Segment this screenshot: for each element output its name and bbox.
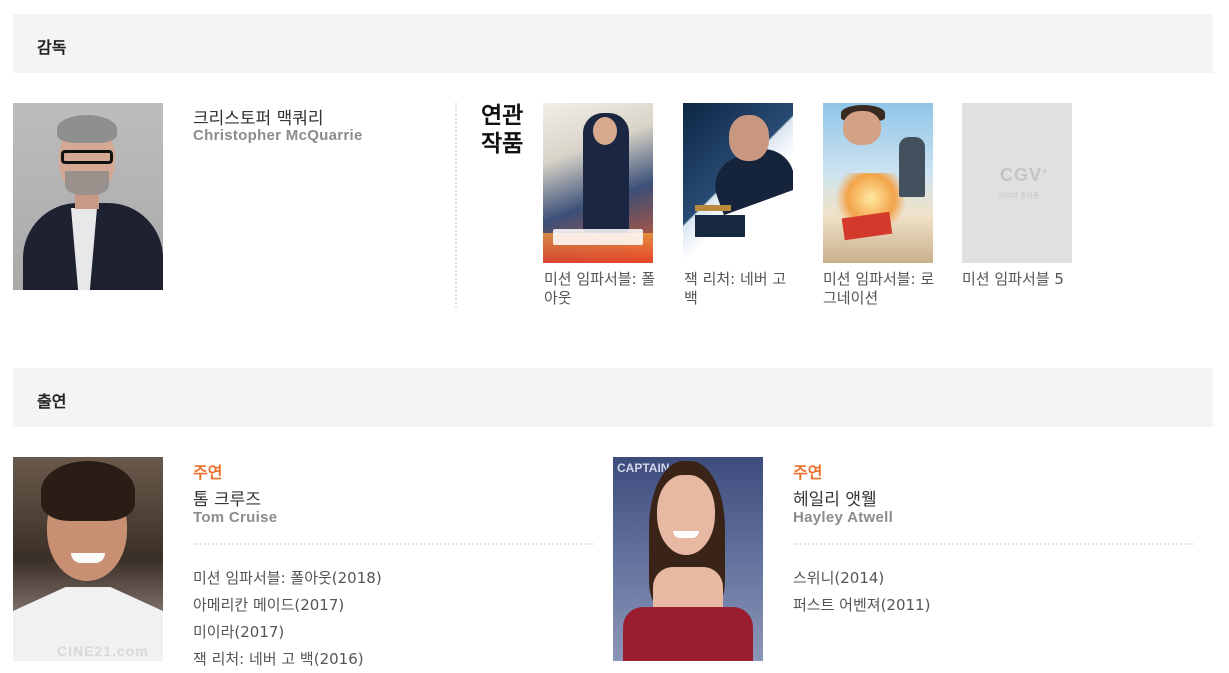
cast-name-korean[interactable]: 톰 크루즈 [193,485,261,510]
filmography-item[interactable]: 스위니(2014) [793,565,930,592]
cast-divider [793,543,1193,545]
cgv-logo-placeholder: CGV+ [1000,165,1049,185]
cast-filmography-list: 미션 임파서블: 폴아웃(2018) 아메리칸 메이드(2017) 미이라(20… [193,565,382,673]
filmography-item[interactable]: 퍼스트 어벤져(2011) [793,592,930,619]
image-pending-text: 이미지 준비중 [998,192,1040,200]
photo-watermark: CINE21.com [57,643,149,659]
cast-photo-tom-cruise[interactable]: CINE21.com [13,457,163,661]
related-works-label: 연관 작품 [481,103,524,157]
director-section-title: 감독 [37,38,67,57]
cast-role-badge: 주연 [193,463,223,482]
director-name-korean[interactable]: 크리스토퍼 맥쿼리 [193,104,324,129]
related-poster-2[interactable] [683,103,793,263]
director-section-header: 감독 [13,14,1213,73]
cast-role-badge: 주연 [793,463,823,482]
cast-name-english[interactable]: Tom Cruise [193,509,277,526]
cast-section-header: 출연 [13,368,1213,427]
related-title-3[interactable]: 미션 임파서블: 로그네이션 [823,270,939,308]
cast-section-title: 출연 [37,392,67,411]
cast-filmography-list: 스위니(2014) 퍼스트 어벤져(2011) [793,565,930,619]
director-photo[interactable] [13,103,163,290]
filmography-item[interactable]: 아메리칸 메이드(2017) [193,592,382,619]
related-title-2[interactable]: 잭 리처: 네버 고 백 [684,270,800,308]
director-name-english[interactable]: Christopher McQuarrie [193,127,363,144]
filmography-item[interactable]: 미션 임파서블: 폴아웃(2018) [193,565,382,592]
cast-name-english[interactable]: Hayley Atwell [793,509,893,526]
vertical-divider [455,103,457,308]
related-poster-4-placeholder[interactable]: CGV+ 이미지 준비중 [962,103,1072,263]
cast-name-korean[interactable]: 헤일리 앳웰 [793,485,877,510]
related-poster-1[interactable] [543,103,653,263]
cast-photo-hayley-atwell[interactable]: CAPTAIN [613,457,763,661]
cast-divider [193,543,593,545]
filmography-item[interactable]: 미이라(2017) [193,619,382,646]
filmography-item[interactable]: 잭 리처: 네버 고 백(2016) [193,646,382,673]
backdrop-text: CAPTAIN [617,461,670,475]
related-poster-3[interactable] [823,103,933,263]
related-title-4[interactable]: 미션 임파서블 5 [962,270,1078,289]
related-title-1[interactable]: 미션 임파서블: 폴아웃 [544,270,660,308]
